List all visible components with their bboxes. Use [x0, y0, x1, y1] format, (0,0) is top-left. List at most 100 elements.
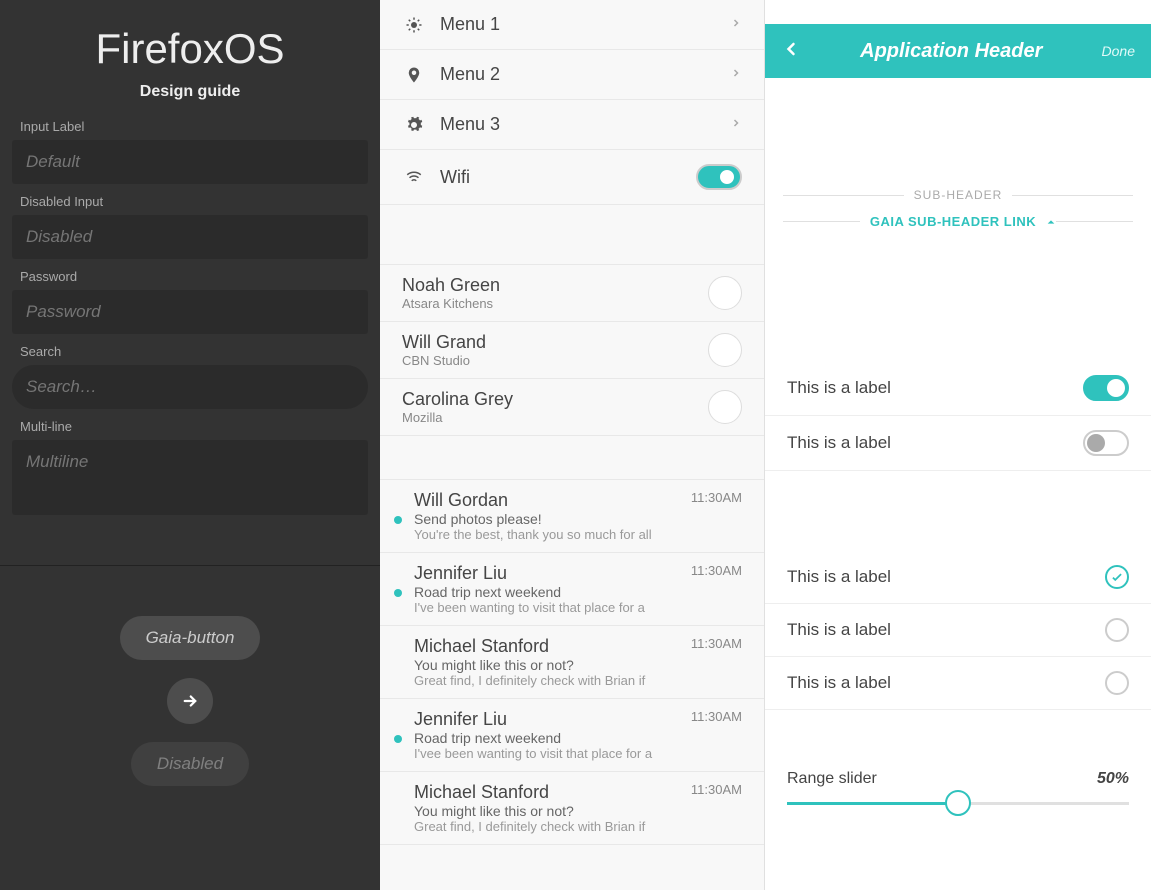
chevron-up-icon — [1046, 217, 1056, 227]
message-sender: Michael Stanford — [414, 782, 549, 803]
range-slider-section: Range slider 50% — [765, 750, 1151, 825]
switch-label: This is a label — [787, 378, 1083, 398]
input-label-search: Search — [12, 344, 368, 359]
check-row-3: This is a label — [765, 657, 1151, 710]
gear-icon — [402, 116, 426, 134]
message-time: 11:30AM — [691, 636, 742, 657]
contact-org: Mozilla — [402, 410, 708, 425]
switch-row-1: This is a label — [765, 361, 1151, 416]
message-time: 11:30AM — [691, 709, 742, 730]
unread-dot — [394, 516, 402, 524]
wifi-label: Wifi — [440, 167, 696, 188]
message-subject: Send photos please! — [414, 511, 742, 527]
input-label-disabled: Disabled Input — [12, 194, 368, 209]
message-sender: Will Gordan — [414, 490, 508, 511]
menu-item-3[interactable]: Menu 3 — [380, 100, 764, 150]
switch-label: This is a label — [787, 433, 1083, 453]
checkbox[interactable] — [1105, 618, 1129, 642]
app-title: FirefoxOS — [0, 0, 380, 83]
contact-row[interactable]: Will Grand CBN Studio — [380, 322, 764, 379]
message-preview: I've been wanting to visit that place fo… — [414, 600, 742, 615]
message-time: 11:30AM — [691, 782, 742, 803]
message-row[interactable]: Michael Stanford 11:30AM You might like … — [380, 626, 764, 699]
contact-org: CBN Studio — [402, 353, 708, 368]
back-button[interactable] — [781, 39, 801, 64]
list-panel: Menu 1 Menu 2 Menu 3 Wifi Noah Green Ats… — [380, 0, 765, 890]
message-subject: You might like this or not? — [414, 803, 742, 819]
message-row[interactable]: Will Gordan 11:30AM Send photos please! … — [380, 480, 764, 553]
contact-row[interactable]: Carolina Grey Mozilla — [380, 379, 764, 436]
input-label-default: Input Label — [12, 119, 368, 134]
slider-track[interactable] — [787, 802, 1129, 805]
message-time: 11:30AM — [691, 490, 742, 511]
message-row[interactable]: Jennifer Liu 11:30AM Road trip next week… — [380, 553, 764, 626]
message-preview: Great find, I definitely check with Bria… — [414, 673, 742, 688]
switch-toggle[interactable] — [1083, 430, 1129, 456]
menu-label: Menu 1 — [440, 14, 730, 35]
message-sender: Jennifer Liu — [414, 709, 507, 730]
sub-header: SUB-HEADER — [765, 188, 1151, 202]
app-header: Application Header Done — [765, 24, 1151, 78]
done-button[interactable]: Done — [1102, 43, 1135, 59]
message-preview: I'vee been wanting to visit that place f… — [414, 746, 742, 761]
message-preview: You're the best, thank you so much for a… — [414, 527, 742, 542]
switch-toggle[interactable] — [1083, 375, 1129, 401]
gaia-button[interactable]: Gaia-button — [120, 616, 261, 660]
checkbox[interactable] — [1105, 565, 1129, 589]
contact-row[interactable]: Noah Green Atsara Kitchens — [380, 265, 764, 322]
app-panel: Application Header Done SUB-HEADER GAIA … — [765, 0, 1151, 890]
chevron-right-icon — [730, 16, 742, 34]
message-preview: Great find, I definitely check with Bria… — [414, 819, 742, 834]
chevron-right-icon — [730, 116, 742, 134]
wifi-icon — [402, 168, 426, 186]
slider-label: Range slider — [787, 770, 877, 788]
password-input[interactable] — [12, 290, 368, 334]
arrow-button[interactable] — [167, 678, 213, 724]
avatar — [708, 390, 742, 424]
search-input[interactable] — [12, 365, 368, 409]
message-row[interactable]: Michael Stanford 11:30AM You might like … — [380, 772, 764, 845]
slider-value: 50% — [1097, 770, 1129, 788]
message-subject: You might like this or not? — [414, 657, 742, 673]
default-input[interactable] — [12, 140, 368, 184]
message-sender: Jennifer Liu — [414, 563, 507, 584]
disabled-button: Disabled — [131, 742, 249, 786]
unread-dot — [394, 735, 402, 743]
menu-item-2[interactable]: Menu 2 — [380, 50, 764, 100]
app-subtitle: Design guide — [0, 83, 380, 101]
contact-name: Noah Green — [402, 275, 708, 296]
check-row-2: This is a label — [765, 604, 1151, 657]
unread-dot — [394, 589, 402, 597]
multiline-input[interactable] — [12, 440, 368, 515]
slider-thumb[interactable] — [945, 790, 971, 816]
check-label: This is a label — [787, 567, 1105, 587]
check-label: This is a label — [787, 673, 1105, 693]
sub-header-link[interactable]: GAIA SUB-HEADER LINK — [765, 214, 1151, 229]
menu-label: Menu 3 — [440, 114, 730, 135]
pin-icon — [402, 66, 426, 84]
disabled-input — [12, 215, 368, 259]
arrow-right-icon — [181, 692, 199, 710]
header-title: Application Header — [801, 40, 1102, 63]
input-label-multiline: Multi-line — [12, 419, 368, 434]
check-row-1: This is a label — [765, 551, 1151, 604]
contact-name: Will Grand — [402, 332, 708, 353]
sun-icon — [402, 16, 426, 34]
contact-name: Carolina Grey — [402, 389, 708, 410]
menu-item-1[interactable]: Menu 1 — [380, 0, 764, 50]
radio-button[interactable] — [1105, 671, 1129, 695]
sidebar-form: FirefoxOS Design guide Input Label Disab… — [0, 0, 380, 890]
message-subject: Road trip next weekend — [414, 584, 742, 600]
menu-label: Menu 2 — [440, 64, 730, 85]
message-subject: Road trip next weekend — [414, 730, 742, 746]
message-row[interactable]: Jennifer Liu 11:30AM Road trip next week… — [380, 699, 764, 772]
wifi-row[interactable]: Wifi — [380, 150, 764, 205]
switch-row-2: This is a label — [765, 416, 1151, 471]
wifi-toggle[interactable] — [696, 164, 742, 190]
chevron-left-icon — [781, 39, 801, 59]
message-time: 11:30AM — [691, 563, 742, 584]
avatar — [708, 333, 742, 367]
contact-org: Atsara Kitchens — [402, 296, 708, 311]
check-label: This is a label — [787, 620, 1105, 640]
message-sender: Michael Stanford — [414, 636, 549, 657]
